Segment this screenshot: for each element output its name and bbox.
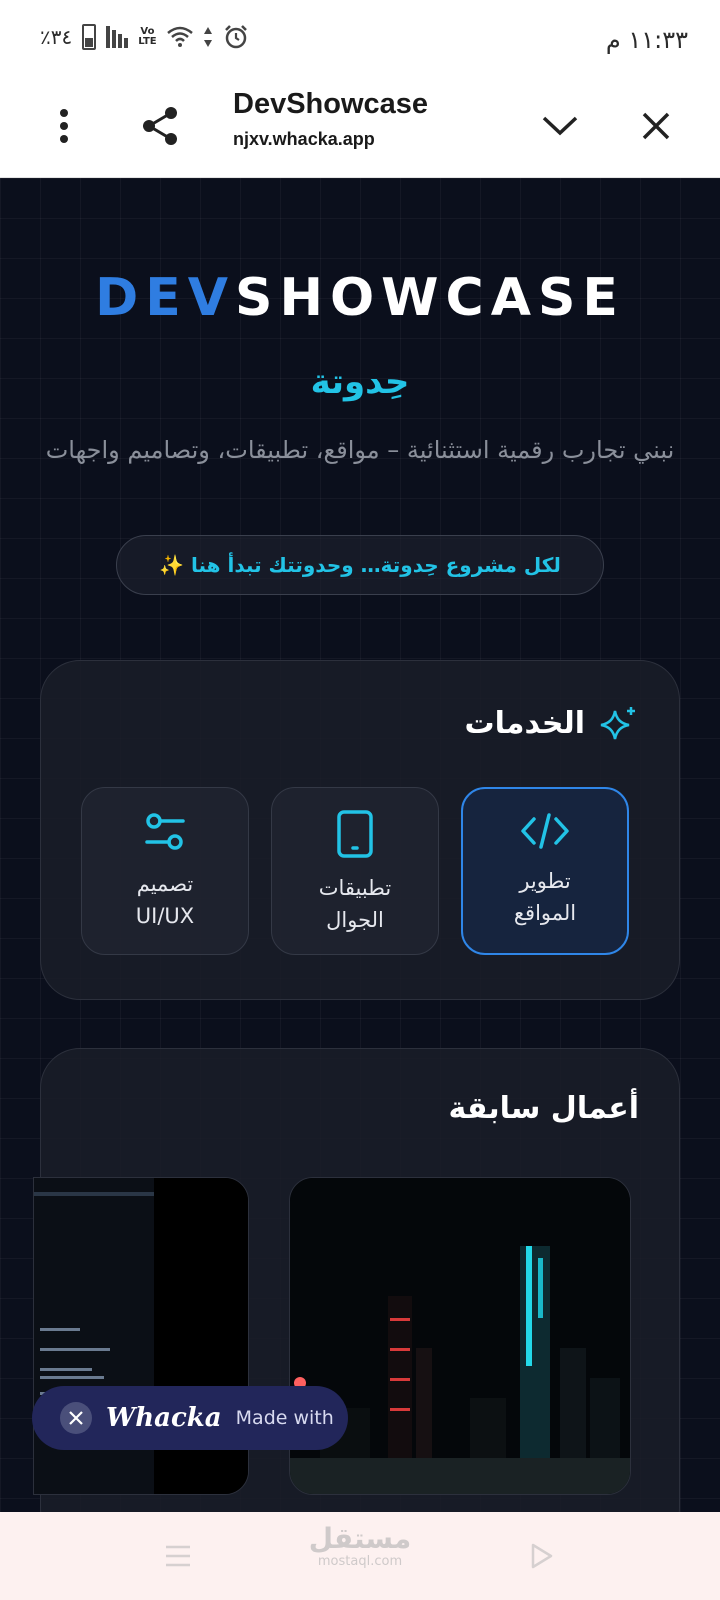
services-title: الخدمات <box>464 705 585 741</box>
mostaql-logo-en: mostaql.com <box>317 1554 403 1569</box>
hero-subtitle: نبني تجارب رقمية استثنائية – مواقع، تطبي… <box>45 436 675 464</box>
close-icon <box>642 112 670 140</box>
code-icon <box>521 813 569 849</box>
mostaql-logo: مستقل mostaql.com <box>0 1524 720 1570</box>
expand-button[interactable] <box>532 98 588 154</box>
data-arrows-icon <box>203 27 212 47</box>
sparkles-icon <box>600 707 635 740</box>
service-label-line1: تطبيقات <box>318 876 392 900</box>
service-web-dev[interactable]: تطوير المواقع <box>461 787 629 955</box>
page-title: DevShowcase <box>233 88 429 120</box>
share-icon <box>143 107 177 145</box>
page-title-block: DevShowcase njxv.whacka.app <box>233 88 428 150</box>
play-button[interactable] <box>514 1528 570 1584</box>
service-mobile-apps[interactable]: تطبيقات الجوال <box>271 787 439 955</box>
more-options-button[interactable] <box>36 98 92 154</box>
services-header: الخدمات <box>465 703 639 743</box>
close-icon <box>69 1411 83 1425</box>
signal-icon <box>106 26 129 48</box>
play-icon <box>531 1543 553 1569</box>
project-thumbnail-city[interactable] <box>289 1177 631 1495</box>
works-title: أعمال سابقة <box>448 1091 639 1126</box>
brand-dev: DEV <box>95 268 235 328</box>
battery-percent: ٪٣٤ <box>40 25 73 49</box>
browser-toolbar: DevShowcase njxv.whacka.app <box>0 78 720 178</box>
service-ui-ux[interactable]: تصميم UI/UX <box>81 787 249 955</box>
mostaql-logo-ar: مستقل <box>308 1522 412 1555</box>
service-label-line2: الجوال <box>326 908 384 932</box>
made-with-badge[interactable]: Whacka Made with <box>32 1386 348 1450</box>
more-vertical-icon <box>60 109 68 143</box>
alarm-icon <box>224 25 247 49</box>
city-night-image <box>290 1178 630 1494</box>
share-button[interactable] <box>132 98 188 154</box>
bottom-bar: مستقل mostaql.com <box>0 1512 720 1600</box>
works-header: أعمال سابقة <box>449 1091 639 1126</box>
brand-showcase: SHOWCASE <box>235 268 625 328</box>
volte-icon: Vo LTE <box>138 26 157 47</box>
service-label-line1: تطوير <box>519 869 571 893</box>
hero-tagline: حِدوتة <box>310 362 410 402</box>
made-with-label: Made with <box>235 1407 334 1429</box>
status-icons: ٪٣٤ Vo LTE <box>40 24 249 50</box>
brand-logo: DEVSHOWCASE <box>0 268 720 328</box>
badge-close-button[interactable] <box>60 1402 92 1434</box>
sliders-icon <box>145 813 185 850</box>
hero-pill: لكل مشروع حِدوتة… وحدوتتك تبدأ هنا ✨ <box>116 535 604 595</box>
page-url: njxv.whacka.app <box>233 129 375 149</box>
battery-icon <box>82 24 97 50</box>
service-label-line2: المواقع <box>513 901 577 925</box>
smartphone-icon <box>337 810 373 858</box>
wifi-icon <box>166 26 193 47</box>
close-button[interactable] <box>628 98 684 154</box>
whacka-logo: Whacka <box>106 1403 222 1433</box>
status-bar: ٪٣٤ Vo LTE ١١:٣٣ م <box>0 0 720 78</box>
status-time: ١١:٣٣ م <box>605 26 688 54</box>
service-label-line2: UI/UX <box>135 904 195 928</box>
chevron-down-icon <box>542 116 578 136</box>
service-label-line1: تصميم <box>136 872 194 896</box>
web-content: DEVSHOWCASE حِدوتة نبني تجارب رقمية استث… <box>0 178 720 1512</box>
services-panel: الخدمات تطوير المواقع تطبيقات الجوال تصميم… <box>40 660 680 1000</box>
